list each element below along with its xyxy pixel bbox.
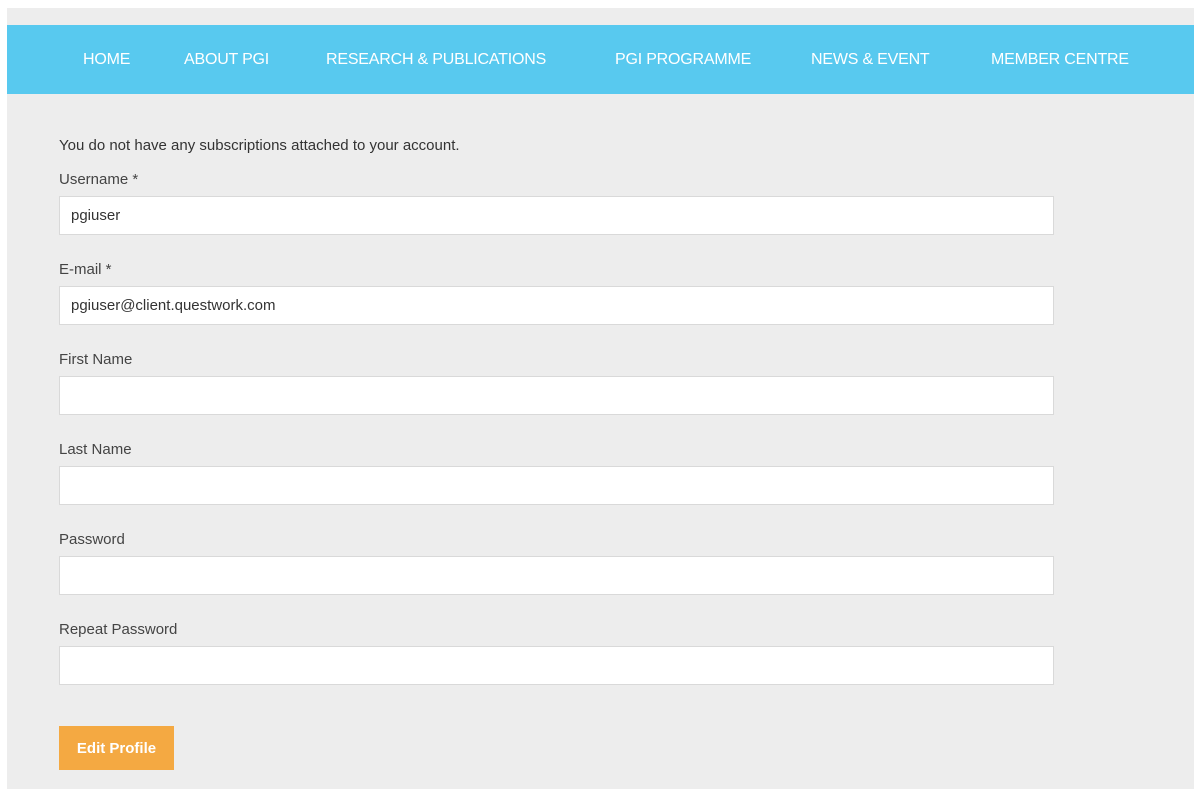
profile-form: You do not have any subscriptions attach… bbox=[59, 136, 1054, 710]
nav-item-member-centre[interactable]: MEMBER CENTRE bbox=[991, 25, 1129, 94]
nav-item-news-event[interactable]: NEWS & EVENT bbox=[811, 25, 930, 94]
password-input[interactable] bbox=[59, 556, 1054, 595]
main-navigation: HOME ABOUT PGI RESEARCH & PUBLICATIONS P… bbox=[7, 25, 1194, 94]
nav-item-research-publications[interactable]: RESEARCH & PUBLICATIONS bbox=[326, 25, 546, 94]
username-group: Username * bbox=[59, 170, 1054, 235]
first-name-label: First Name bbox=[59, 351, 133, 368]
last-name-label: Last Name bbox=[59, 441, 132, 458]
nav-item-pgi-programme[interactable]: PGI PROGRAMME bbox=[615, 25, 751, 94]
subscription-notice: You do not have any subscriptions attach… bbox=[59, 137, 460, 154]
username-input[interactable] bbox=[59, 196, 1054, 235]
email-input[interactable] bbox=[59, 286, 1054, 325]
repeat-password-label: Repeat Password bbox=[59, 621, 178, 638]
nav-item-home[interactable]: HOME bbox=[83, 25, 130, 94]
username-label: Username * bbox=[59, 171, 139, 188]
email-group: E-mail * bbox=[59, 260, 1054, 325]
email-label: E-mail * bbox=[59, 261, 112, 278]
password-label: Password bbox=[59, 531, 125, 548]
nav-item-about-pgi[interactable]: ABOUT PGI bbox=[184, 25, 269, 94]
password-group: Password bbox=[59, 530, 1054, 595]
repeat-password-group: Repeat Password bbox=[59, 620, 1054, 685]
first-name-group: First Name bbox=[59, 350, 1054, 415]
page-frame: HOME ABOUT PGI RESEARCH & PUBLICATIONS P… bbox=[7, 8, 1194, 789]
last-name-group: Last Name bbox=[59, 440, 1054, 505]
first-name-input[interactable] bbox=[59, 376, 1054, 415]
repeat-password-input[interactable] bbox=[59, 646, 1054, 685]
edit-profile-button[interactable]: Edit Profile bbox=[59, 726, 174, 770]
last-name-input[interactable] bbox=[59, 466, 1054, 505]
